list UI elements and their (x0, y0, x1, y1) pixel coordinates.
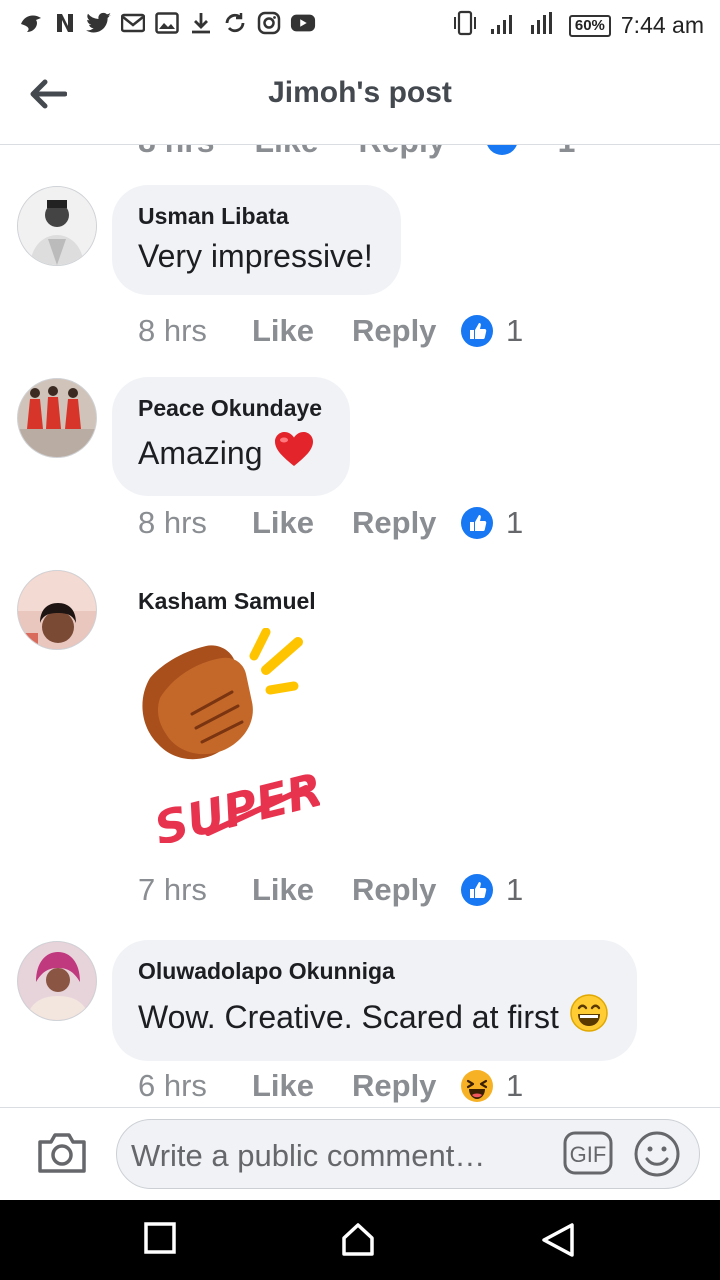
heart-emoji-icon (273, 430, 315, 476)
comment-actions: 6 hrs Like Reply 1 (138, 1068, 523, 1104)
reaction-count: 1 (558, 145, 576, 163)
comment: Usman Libata Very impressive! 8 hrs Like… (0, 185, 720, 375)
comment-composer: Write a public comment… GIF (0, 1107, 720, 1201)
avatar[interactable] (17, 186, 97, 266)
download-icon (188, 10, 214, 36)
comment-time: 8 hrs (138, 145, 214, 163)
like-link[interactable]: Like (252, 1068, 352, 1104)
gif-button[interactable]: GIF (563, 1130, 613, 1176)
home-icon (342, 1223, 374, 1256)
system-status: 60% 7:44 am (451, 10, 704, 41)
emoji-button[interactable] (633, 1130, 681, 1178)
reply-link[interactable]: Reply (352, 1068, 460, 1104)
comment-author[interactable]: Kasham Samuel (138, 588, 316, 615)
reply-link[interactable]: Reply (359, 145, 446, 163)
reply-link[interactable]: Reply (352, 505, 460, 541)
comment-author[interactable]: Peace Okundaye (138, 395, 322, 422)
bird-app-icon (18, 10, 44, 36)
square-icon (144, 1222, 176, 1254)
reaction-count: 1 (506, 872, 524, 907)
page-title: Jimoh's post (268, 76, 452, 109)
comment: Peace Okundaye Amazing 8 hrs Like Reply … (0, 377, 720, 567)
like-reaction-icon[interactable] (460, 314, 494, 348)
signal-icon (489, 11, 519, 40)
vibrate-icon (451, 10, 479, 41)
avatar[interactable] (17, 941, 97, 1021)
twitter-icon (86, 10, 112, 36)
comment-text: Wow. Creative. Scared at first (138, 998, 559, 1035)
home-button[interactable] (340, 1222, 376, 1258)
comment-text: Amazing (138, 434, 263, 471)
reply-link[interactable]: Reply (352, 313, 460, 349)
like-link[interactable]: Like (252, 872, 352, 908)
comment: Kasham Samuel SUPER! 7 hrs Like Reply 1 (0, 570, 720, 940)
notification-icons (18, 10, 316, 36)
gallery-icon (154, 10, 180, 36)
youtube-icon (290, 10, 316, 36)
battery-level: 60% (568, 14, 611, 37)
comment-actions: 8 hrs Like Reply 1 (138, 313, 523, 349)
top-bar: Jimoh's post (0, 48, 720, 145)
like-link[interactable]: Like (254, 145, 318, 163)
comment-input-placeholder: Write a public comment… (131, 1138, 486, 1173)
clock: 7:44 am (620, 12, 704, 38)
comment: Oluwadolapo Okunniga Wow. Creative. Scar… (0, 940, 720, 1107)
comment-time: 8 hrs (138, 313, 207, 348)
comment-actions: 7 hrs Like Reply 1 (138, 872, 523, 908)
comment-input[interactable]: Write a public comment… GIF (116, 1119, 700, 1189)
triangle-back-icon (542, 1223, 574, 1257)
system-nav-bar (0, 1200, 720, 1280)
super-sticker[interactable]: SUPER! (130, 627, 348, 856)
sync-icon (222, 10, 248, 36)
back-nav-button[interactable] (540, 1222, 576, 1258)
like-link[interactable]: Like (252, 505, 352, 541)
comment-time: 7 hrs (138, 872, 207, 907)
comment-actions: 8 hrs Like Reply 1 (138, 505, 523, 541)
gmail-icon (120, 10, 146, 36)
camera-button[interactable] (36, 1130, 88, 1176)
instagram-icon (256, 10, 282, 36)
signal-4g-icon (529, 11, 559, 40)
reaction-count: 1 (506, 1068, 524, 1103)
comment-author[interactable]: Usman Libata (138, 203, 373, 230)
comment-author[interactable]: Oluwadolapo Okunniga (138, 958, 609, 985)
avatar[interactable] (17, 570, 97, 650)
smiley-icon (634, 1131, 680, 1177)
like-reaction-icon (486, 145, 518, 163)
haha-reaction-icon[interactable] (460, 1069, 494, 1103)
camera-icon (38, 1133, 86, 1173)
comments-list[interactable]: 8 hrs Like Reply 1 Usman Libata Very imp… (0, 145, 720, 1107)
comment-bubble[interactable]: Peace Okundaye Amazing (112, 377, 351, 496)
like-reaction-icon[interactable] (460, 506, 494, 540)
comment-time: 8 hrs (138, 505, 207, 540)
grinning-emoji-icon (569, 993, 609, 1041)
sticker-text: SUPER! (149, 757, 320, 843)
netflix-icon (52, 10, 78, 36)
reply-link[interactable]: Reply (352, 872, 460, 908)
like-link[interactable]: Like (252, 313, 352, 349)
gif-label: GIF (570, 1142, 607, 1167)
previous-comment-meta: 8 hrs Like Reply 1 (138, 145, 575, 163)
comment-text: Very impressive! (138, 238, 373, 274)
recent-apps-button[interactable] (144, 1222, 180, 1258)
reaction-count: 1 (506, 505, 524, 540)
comment-bubble[interactable]: Usman Libata Very impressive! (112, 185, 401, 295)
avatar[interactable] (17, 378, 97, 458)
comment-bubble[interactable]: Oluwadolapo Okunniga Wow. Creative. Scar… (112, 940, 637, 1061)
status-bar: 60% 7:44 am (0, 0, 720, 48)
like-reaction-icon[interactable] (460, 873, 494, 907)
comment-time: 6 hrs (138, 1068, 207, 1103)
reaction-count: 1 (506, 313, 524, 348)
